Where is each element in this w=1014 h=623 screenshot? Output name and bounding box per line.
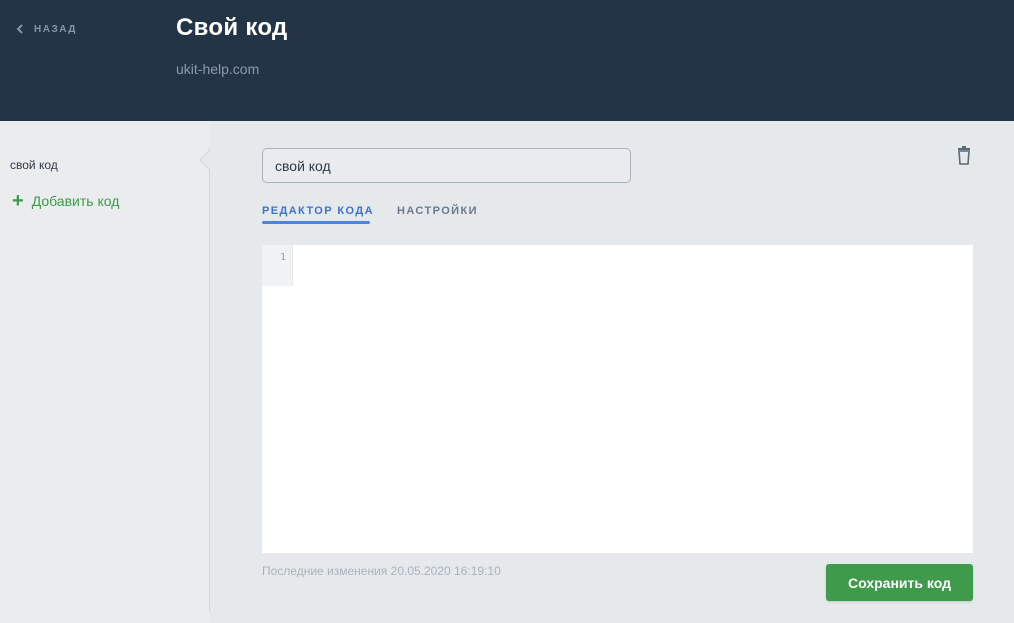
top-header: НАЗАД Свой код ukit-help.com	[0, 0, 1014, 121]
back-label: НАЗАД	[34, 23, 77, 35]
code-input-area[interactable]	[294, 245, 973, 553]
active-tab-underline	[262, 221, 370, 224]
add-code-label: Добавить код	[31, 193, 120, 209]
site-domain: ukit-help.com	[176, 61, 260, 77]
code-name-input[interactable]	[262, 148, 631, 183]
sidebar-divider	[209, 147, 210, 612]
tab-settings[interactable]: НАСТРОЙКИ	[397, 205, 478, 225]
sidebar-item-custom-code[interactable]: свой код	[10, 158, 58, 172]
save-code-button[interactable]: Сохранить код	[826, 564, 973, 601]
chevron-left-icon	[16, 24, 24, 34]
add-code-button[interactable]: + Добавить код	[12, 190, 120, 212]
code-editor: 1	[262, 245, 973, 553]
line-number: 1	[279, 252, 286, 263]
plus-icon: +	[12, 190, 24, 212]
line-number-gutter: 1	[262, 245, 293, 286]
trash-icon[interactable]	[955, 146, 973, 166]
back-link[interactable]: НАЗАД	[16, 21, 77, 37]
last-modified-text: Последние изменения 20.05.2020 16:19:10	[262, 564, 501, 578]
page-title: Свой код	[176, 14, 288, 41]
